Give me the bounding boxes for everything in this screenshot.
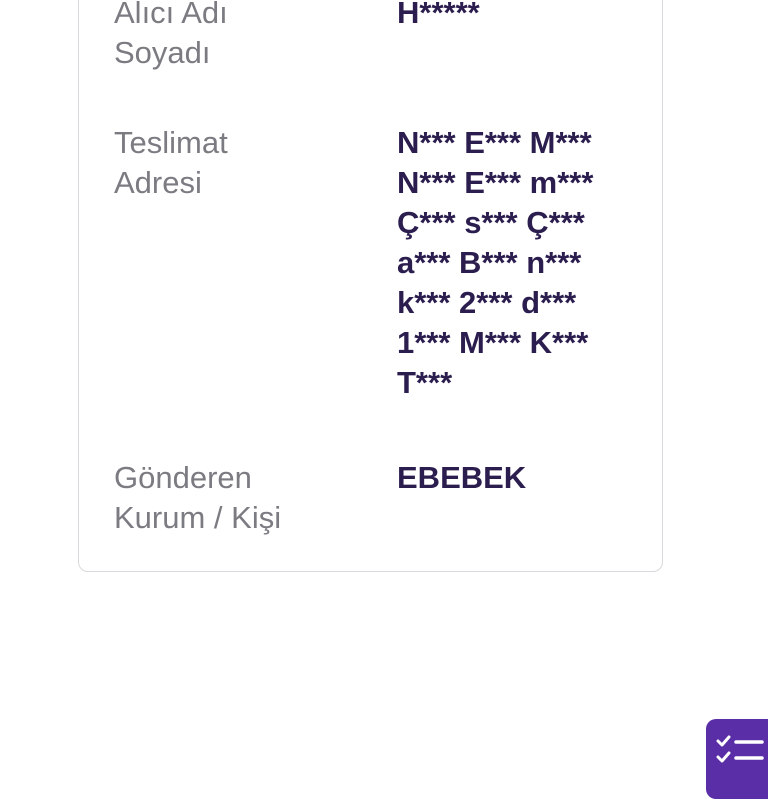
delivery-address-value: N*** E*** M*** N*** E*** m*** Ç*** s*** … [397, 125, 594, 400]
recipient-name-label: Alıcı Adı Soyadı [114, 0, 228, 70]
checklist-icon [716, 735, 764, 763]
recipient-name-value: H***** [397, 0, 480, 30]
sender-label: Gönderen Kurum / Kişi [114, 460, 282, 535]
delivery-address-label: Teslimat Adresi [114, 125, 228, 200]
checklist-button[interactable] [706, 719, 768, 799]
sender-value: EBEBEK [397, 460, 527, 495]
